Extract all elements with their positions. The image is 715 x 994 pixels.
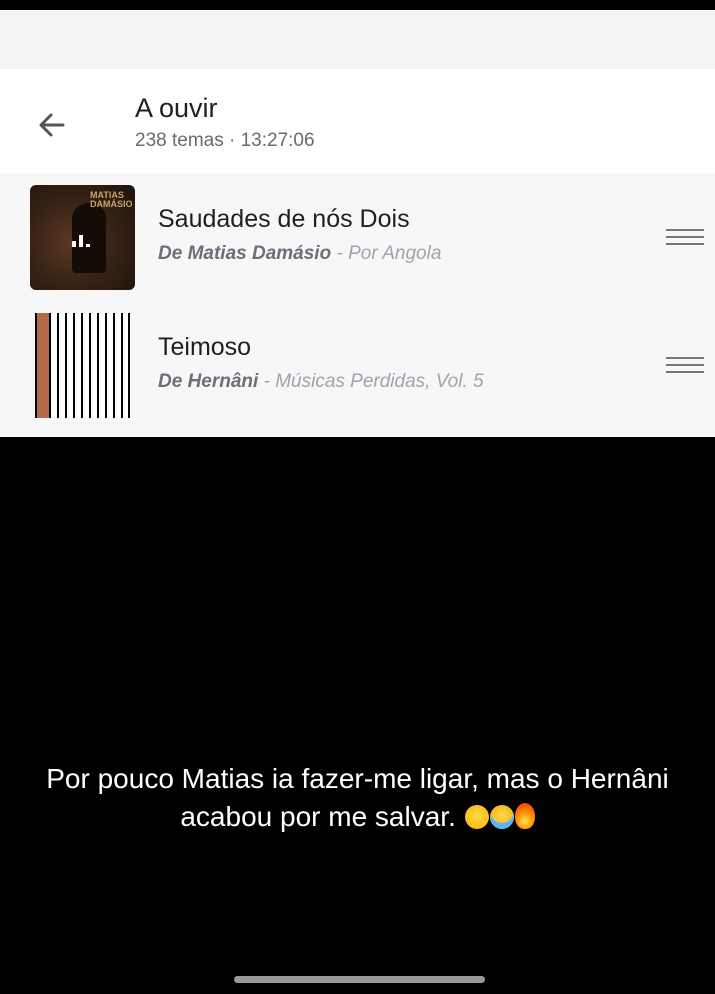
caption-line-2-wrap: acabou por me salvar. bbox=[0, 798, 715, 836]
overlay-caption: Por pouco Matias ia fazer-me ligar, mas … bbox=[0, 760, 715, 836]
song-album: Músicas Perdidas, Vol. 5 bbox=[275, 371, 484, 392]
fire-emoji-icon bbox=[514, 803, 535, 829]
album-art: MATIAS DAMÁSIO bbox=[30, 185, 135, 290]
back-button[interactable] bbox=[30, 103, 74, 147]
song-artist: De Matias Damásio bbox=[158, 243, 332, 264]
meta-separator: - bbox=[331, 243, 349, 264]
song-title: Saudades de nós Dois bbox=[158, 205, 410, 233]
queue-list: MATIAS DAMÁSIO Saudades de nós Dois De M… bbox=[0, 173, 715, 437]
album-art-text: MATIAS DAMÁSIO bbox=[90, 190, 133, 209]
album-art bbox=[35, 313, 130, 418]
caption-line-1: Por pouco Matias ia fazer-me ligar, mas … bbox=[46, 763, 669, 794]
song-title: Teimoso bbox=[158, 333, 252, 361]
song-album: Por Angola bbox=[348, 243, 442, 264]
status-bar bbox=[0, 10, 715, 69]
queue-header: A ouvir 238 temas · 13:27:06 bbox=[0, 69, 715, 173]
equalizer-icon bbox=[72, 233, 94, 247]
song-meta: De Hernâni - Músicas Perdidas, Vol. 5 bbox=[158, 371, 484, 393]
arrow-left-icon bbox=[39, 113, 65, 137]
queue-item[interactable]: MATIAS DAMÁSIO Saudades de nós Dois De M… bbox=[0, 173, 715, 301]
barcode-pattern bbox=[35, 313, 130, 418]
drag-handle-icon[interactable] bbox=[666, 357, 704, 375]
song-artist: De Hernâni bbox=[158, 371, 259, 392]
tears-of-joy-emoji-icon bbox=[464, 805, 489, 829]
queue-item[interactable]: Teimoso De Hernâni - Músicas Perdidas, V… bbox=[0, 301, 715, 429]
page-title: A ouvir bbox=[135, 93, 218, 123]
caption-line-2: acabou por me salvar. bbox=[180, 801, 456, 832]
song-meta: De Matias Damásio - Por Angola bbox=[158, 243, 441, 265]
meta-separator: - bbox=[258, 371, 276, 392]
queue-summary: 238 temas · 13:27:06 bbox=[135, 130, 315, 151]
top-edge bbox=[0, 0, 715, 10]
crying-face-emoji-icon bbox=[489, 805, 514, 829]
drag-handle-icon[interactable] bbox=[666, 229, 704, 247]
home-indicator[interactable] bbox=[234, 976, 485, 983]
